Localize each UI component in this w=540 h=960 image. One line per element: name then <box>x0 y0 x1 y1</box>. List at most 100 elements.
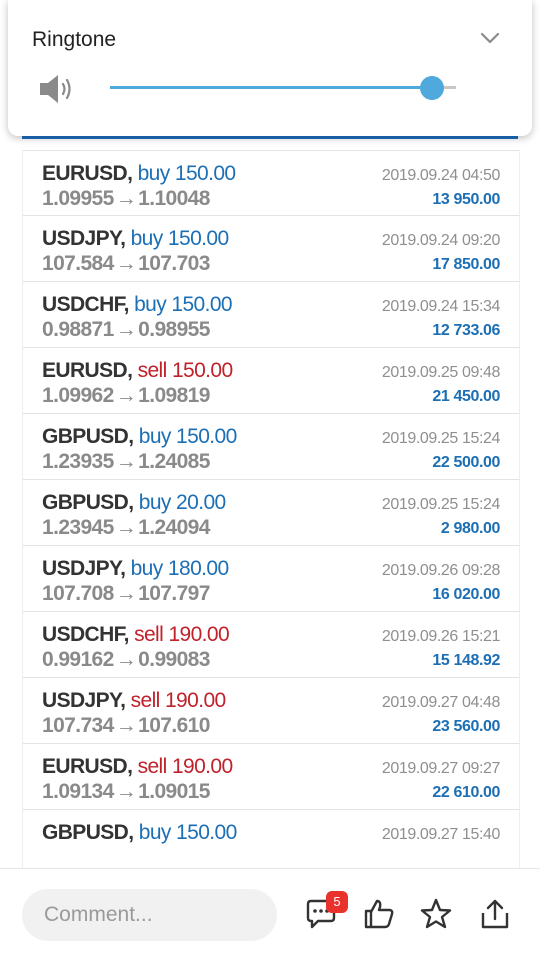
open-price: 1.23935 <box>42 450 114 473</box>
trade-action: sell <box>130 689 161 712</box>
trade-time: 2019.09.27 09:27 <box>381 760 501 777</box>
trade-row[interactable]: GBPUSD, buy 150.00 1.23935→1.24085 2019.09… <box>23 414 519 480</box>
trade-row[interactable]: EURUSD, sell 150.00 1.09962→1.09819 2019.0… <box>23 348 519 414</box>
trade-row[interactable]: USDCHF, buy 150.00 0.98871→0.98955 2019.09… <box>23 282 519 348</box>
price-arrow: → <box>115 516 137 539</box>
trade-profit: 12 733.06 <box>432 322 500 339</box>
trade-symbol: GBPUSD <box>42 425 129 448</box>
trade-separator: , <box>120 227 131 250</box>
trade-separator: , <box>120 557 131 580</box>
price-arrow: → <box>115 648 137 671</box>
trade-prices: 107.584→107.703 <box>42 252 210 276</box>
trade-prices: 1.09134→1.09015 <box>42 780 210 804</box>
chevron-down-icon[interactable] <box>478 26 502 50</box>
trade-row[interactable]: USDJPY, buy 150.00 107.584→107.703 2019.09… <box>23 216 519 282</box>
trade-row[interactable]: USDJPY, sell 190.00 107.734→107.610 2019.0… <box>23 678 519 744</box>
trade-symbol: USDJPY <box>42 689 121 712</box>
trade-volume: 190.00 <box>164 689 226 712</box>
trade-title: USDJPY, buy 180.00 <box>42 557 229 581</box>
volume-slider-thumb[interactable] <box>419 76 444 100</box>
trade-time: 2019.09.25 09:48 <box>381 364 501 381</box>
trade-prices: 107.734→107.610 <box>42 714 210 738</box>
trade-volume: 150.00 <box>176 821 237 844</box>
close-price: 0.98955 <box>138 318 210 341</box>
trade-profit: 17 850.00 <box>432 256 500 273</box>
trade-volume: 180.00 <box>167 557 229 580</box>
trade-time: 2019.09.27 04:48 <box>381 694 501 711</box>
trade-symbol: GBPUSD <box>42 491 129 514</box>
trade-volume: 190.00 <box>171 755 233 778</box>
trade-prices: 1.09955→1.10048 <box>42 187 210 211</box>
star-icon[interactable] <box>419 897 453 931</box>
trade-title: USDCHF, sell 190.00 <box>42 623 230 647</box>
ringtone-volume-panel: Ringtone <box>8 0 532 136</box>
close-price: 0.99083 <box>138 648 210 671</box>
open-price: 1.09134 <box>42 780 114 803</box>
trade-symbol: USDJPY <box>42 227 121 250</box>
volume-slider[interactable] <box>110 76 456 100</box>
trade-row[interactable]: GBPUSD, buy 150.00 2019.09.27 15:40 <box>23 810 519 868</box>
trade-title: USDJPY, buy 150.00 <box>42 227 229 251</box>
trade-action: buy <box>130 557 164 580</box>
trade-time: 2019.09.24 04:50 <box>381 167 501 184</box>
trade-volume: 150.00 <box>171 359 233 382</box>
open-price: 0.99162 <box>42 648 114 671</box>
price-arrow: → <box>115 252 137 275</box>
trade-profit: 23 560.00 <box>432 718 500 735</box>
trade-row[interactable]: USDJPY, buy 180.00 107.708→107.797 2019.09… <box>23 546 519 612</box>
speaker-icon[interactable] <box>38 72 76 106</box>
trade-symbol: EURUSD <box>42 755 128 778</box>
price-arrow: → <box>115 318 137 341</box>
trade-prices: 1.23935→1.24085 <box>42 450 210 474</box>
trade-separator: , <box>128 821 139 844</box>
share-icon[interactable] <box>478 897 512 931</box>
trade-title: GBPUSD, buy 20.00 <box>42 491 226 515</box>
comment-input[interactable] <box>22 889 277 941</box>
trade-separator: , <box>128 425 139 448</box>
trade-time: 2019.09.25 15:24 <box>381 430 501 447</box>
trade-profit: 13 950.00 <box>432 191 500 208</box>
trade-action: buy <box>130 227 164 250</box>
trade-volume: 20.00 <box>176 491 226 514</box>
trade-action: sell <box>137 359 168 382</box>
trade-prices: 0.98871→0.98955 <box>42 318 210 342</box>
trade-time: 2019.09.26 15:21 <box>381 628 501 645</box>
trade-title: USDCHF, buy 150.00 <box>42 293 233 317</box>
close-price: 1.24094 <box>138 516 210 539</box>
trade-history-list[interactable]: EURUSD, buy 150.00 1.09955→1.10048 2019.09… <box>22 150 520 868</box>
trade-row[interactable]: GBPUSD, buy 20.00 1.23945→1.24094 2019.09.… <box>23 480 519 546</box>
trade-volume: 150.00 <box>174 162 236 185</box>
trade-symbol: USDCHF <box>42 623 124 646</box>
trade-symbol: USDJPY <box>42 557 121 580</box>
trade-separator: , <box>128 491 139 514</box>
close-price: 1.24085 <box>138 450 210 473</box>
open-price: 1.09962 <box>42 384 114 407</box>
trade-title: GBPUSD, buy 150.00 <box>42 821 237 845</box>
trade-row[interactable]: EURUSD, buy 150.00 1.09955→1.10048 2019.09… <box>23 150 519 216</box>
bottom-action-bar: 5 <box>0 868 540 960</box>
comments-count-badge: 5 <box>326 891 348 913</box>
trade-profit: 15 148.92 <box>432 652 500 669</box>
trade-title: USDJPY, sell 190.00 <box>42 689 226 713</box>
close-price: 107.703 <box>138 252 210 275</box>
trade-row[interactable]: EURUSD, sell 190.00 1.09134→1.09015 2019.0… <box>23 744 519 810</box>
open-price: 1.09955 <box>42 187 114 210</box>
trade-title: EURUSD, buy 150.00 <box>42 162 236 186</box>
thumbs-up-icon[interactable] <box>362 897 396 931</box>
trade-title: EURUSD, sell 150.00 <box>42 359 233 383</box>
open-price: 0.98871 <box>42 318 114 341</box>
trade-symbol: EURUSD <box>42 162 128 185</box>
trade-time: 2019.09.25 15:24 <box>381 496 501 513</box>
trade-symbol: USDCHF <box>42 293 124 316</box>
trade-action: buy <box>138 821 172 844</box>
trade-row[interactable]: USDCHF, sell 190.00 0.99162→0.99083 2019.0… <box>23 612 519 678</box>
trade-volume: 150.00 <box>176 425 237 448</box>
trade-profit: 2 980.00 <box>440 520 500 537</box>
close-price: 1.10048 <box>138 187 210 210</box>
trade-prices: 1.09962→1.09819 <box>42 384 210 408</box>
trade-symbol: EURUSD <box>42 359 128 382</box>
trade-profit: 22 500.00 <box>432 454 500 471</box>
trade-action: buy <box>138 491 172 514</box>
open-price: 107.734 <box>42 714 114 737</box>
trade-separator: , <box>123 293 135 316</box>
